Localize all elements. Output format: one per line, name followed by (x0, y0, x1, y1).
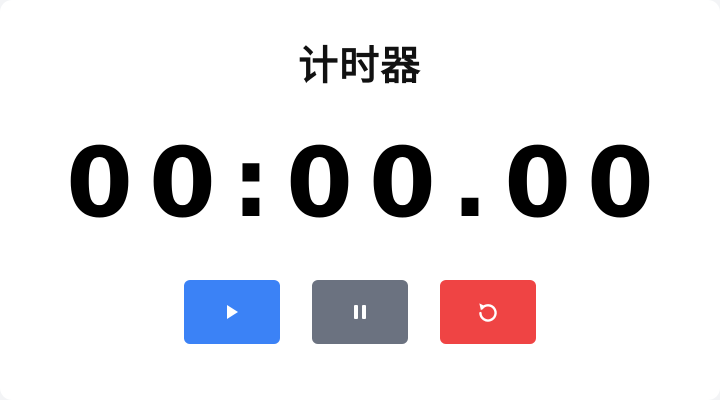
reset-icon (475, 299, 501, 325)
timer-card: 计时器 00:00.00 (0, 0, 720, 400)
play-icon (222, 302, 242, 322)
controls (0, 280, 720, 344)
time-display: 00:00.00 (66, 127, 670, 239)
pause-icon (350, 302, 370, 322)
pause-button[interactable] (312, 280, 408, 344)
page-title: 计时器 (298, 43, 422, 89)
reset-button[interactable] (440, 280, 536, 344)
start-button[interactable] (184, 280, 280, 344)
